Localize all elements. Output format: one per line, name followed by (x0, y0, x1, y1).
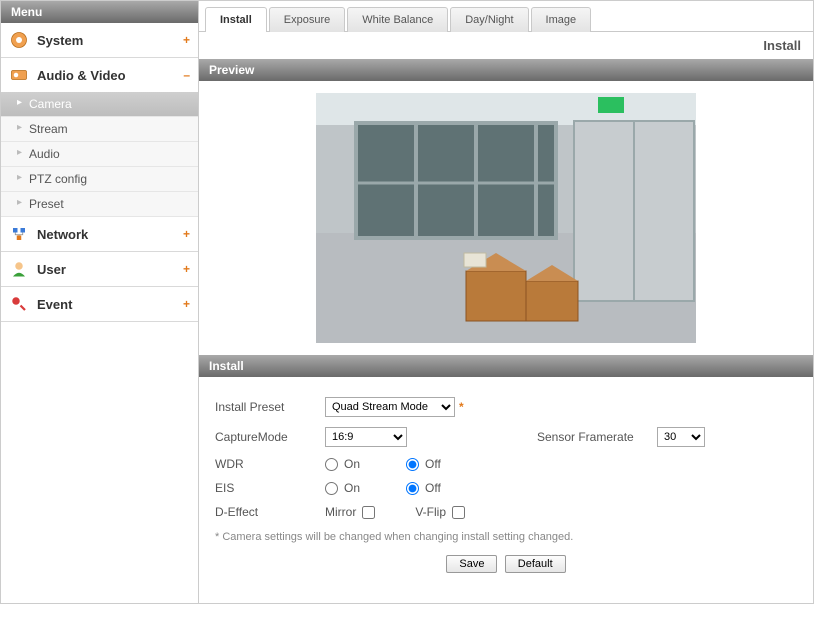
wdr-on-radio[interactable] (325, 458, 338, 471)
wdr-on-option[interactable]: On (325, 457, 360, 471)
menu-group-audio-video[interactable]: Audio & Video – (1, 58, 198, 92)
eis-off-radio[interactable] (406, 482, 419, 495)
menu-group-label: Audio & Video (37, 68, 183, 83)
menu-group-label: Network (37, 227, 183, 242)
expand-icon: + (183, 262, 190, 276)
save-button[interactable]: Save (446, 555, 497, 573)
tabs: Install Exposure White Balance Day/Night… (199, 1, 813, 32)
eis-off-option[interactable]: Off (406, 481, 441, 495)
tab-image[interactable]: Image (531, 7, 592, 32)
install-preset-select[interactable]: Quad Stream Mode (325, 397, 455, 417)
expand-icon: + (183, 33, 190, 47)
required-asterisk-icon: * (459, 400, 464, 414)
menu-group-user[interactable]: User + (1, 252, 198, 287)
wdr-off-option[interactable]: Off (406, 457, 441, 471)
eis-on-radio[interactable] (325, 482, 338, 495)
d-effect-label: D-Effect (215, 505, 325, 519)
main-panel: Install Exposure White Balance Day/Night… (199, 1, 813, 603)
sidebar: Menu System + Audio & Video – Camera Str… (1, 1, 199, 603)
default-button[interactable]: Default (505, 555, 566, 573)
expand-icon: + (183, 227, 190, 241)
preview-area (199, 81, 813, 355)
install-form: Install Preset Quad Stream Mode * Captur… (199, 377, 813, 603)
tab-white-balance[interactable]: White Balance (347, 7, 448, 32)
mirror-option[interactable]: Mirror (325, 505, 375, 519)
eis-on-option[interactable]: On (325, 481, 360, 495)
gear-icon (9, 30, 29, 50)
av-icon (9, 65, 29, 85)
menu-group-network[interactable]: Network + (1, 217, 198, 252)
menu-group-event[interactable]: Event + (1, 287, 198, 322)
submenu-item-ptz-config[interactable]: PTZ config (1, 167, 198, 192)
camera-preview-image (316, 93, 696, 343)
vflip-checkbox[interactable] (452, 506, 465, 519)
sensor-framerate-select[interactable]: 30 (657, 427, 705, 447)
wdr-off-radio[interactable] (406, 458, 419, 471)
submenu-item-stream[interactable]: Stream (1, 117, 198, 142)
section-header-preview: Preview (199, 59, 813, 81)
settings-note: * Camera settings will be changed when c… (215, 531, 797, 543)
menu-group-label: System (37, 33, 183, 48)
submenu-item-audio[interactable]: Audio (1, 142, 198, 167)
tab-exposure[interactable]: Exposure (269, 7, 345, 32)
event-icon (9, 294, 29, 314)
submenu-item-preset[interactable]: Preset (1, 192, 198, 217)
user-icon (9, 259, 29, 279)
menu-group-label: Event (37, 297, 183, 312)
sensor-framerate-label: Sensor Framerate (537, 430, 657, 444)
wdr-label: WDR (215, 457, 325, 471)
vflip-option[interactable]: V-Flip (415, 505, 465, 519)
submenu-audio-video: Camera Stream Audio PTZ config Preset (1, 92, 198, 217)
capture-mode-label: CaptureMode (215, 430, 325, 444)
collapse-icon: – (183, 68, 190, 82)
mirror-checkbox[interactable] (362, 506, 375, 519)
eis-label: EIS (215, 481, 325, 495)
expand-icon: + (183, 297, 190, 311)
network-icon (9, 224, 29, 244)
menu-group-system[interactable]: System + (1, 23, 198, 58)
menu-header: Menu (1, 1, 198, 23)
section-header-install: Install (199, 355, 813, 377)
tab-install[interactable]: Install (205, 7, 267, 32)
menu-group-label: User (37, 262, 183, 277)
capture-mode-select[interactable]: 16:9 (325, 427, 407, 447)
breadcrumb: Install (199, 32, 813, 59)
install-preset-label: Install Preset (215, 400, 325, 414)
submenu-item-camera[interactable]: Camera (1, 92, 198, 117)
tab-day-night[interactable]: Day/Night (450, 7, 528, 32)
